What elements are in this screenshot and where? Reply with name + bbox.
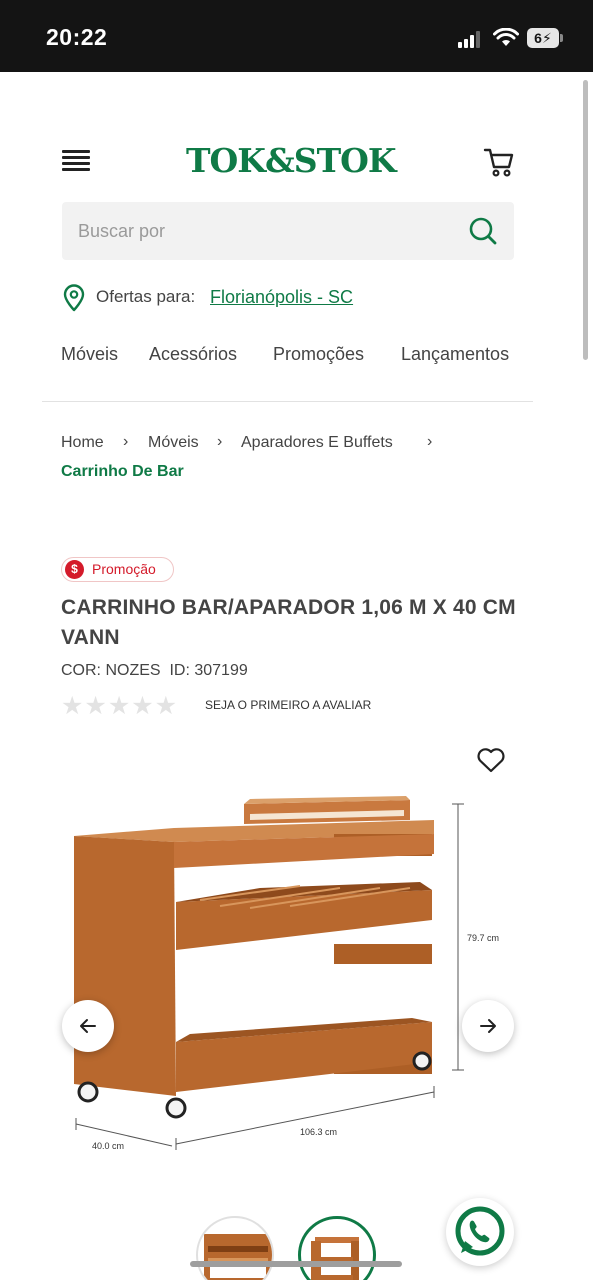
brand-logo[interactable]: TOK&STOK — [186, 140, 397, 182]
gallery-thumbnail[interactable] — [196, 1216, 274, 1280]
thumbnail-image — [311, 1237, 359, 1280]
dim-height: 79.7 cm — [467, 933, 499, 943]
hamburger-menu-icon[interactable] — [62, 150, 90, 174]
battery-level: 6⚡ — [527, 28, 559, 48]
breadcrumb-home[interactable]: Home — [61, 434, 104, 452]
whatsapp-icon — [455, 1206, 505, 1256]
location-pin-icon — [63, 284, 85, 312]
search-box — [62, 202, 514, 260]
breadcrumb-chevron-icon: › — [427, 433, 433, 450]
status-time: 20:22 — [46, 24, 108, 50]
header-divider — [42, 401, 533, 402]
dim-width: 106.3 cm — [300, 1127, 337, 1137]
favorite-heart-icon[interactable] — [476, 746, 506, 774]
arrow-left-icon — [80, 1019, 96, 1033]
thumbnail-image — [204, 1234, 272, 1280]
breadcrumb: Home › Móveis › Aparadores E Buffets › C… — [0, 430, 593, 490]
breadcrumb-chevron-icon: › — [217, 433, 223, 450]
page-scrollbar[interactable] — [583, 80, 588, 360]
location-link[interactable]: Florianópolis - SC — [210, 287, 353, 308]
gallery-prev-button[interactable] — [62, 1000, 114, 1052]
promo-badge: $ Promoção — [61, 557, 174, 582]
breadcrumb-aparadores[interactable]: Aparadores E Buffets — [241, 434, 393, 452]
category-acessorios[interactable]: Acessórios — [149, 344, 237, 365]
rating-stars[interactable]: ★★★★★ — [61, 694, 195, 719]
product-image: 79.7 cm 106.3 cm 40.0 cm — [74, 796, 499, 1151]
dollar-icon: $ — [65, 560, 84, 579]
gallery-next-button[interactable] — [462, 1000, 514, 1052]
signal-icon — [458, 31, 480, 48]
breadcrumb-current: Carrinho De Bar — [61, 463, 184, 480]
product-title: CARRINHO BAR/APARADOR 1,06 M X 40 CM VAN… — [61, 596, 516, 649]
gallery-thumbnail-active[interactable] — [298, 1216, 376, 1280]
review-link[interactable]: SEJA O PRIMEIRO A AVALIAR — [205, 698, 371, 712]
category-nav: Móveis Acessórios Promoções Lançamentos — [0, 340, 515, 370]
offers-label: Ofertas para: — [96, 287, 196, 306]
promo-badge-label: Promoção — [92, 561, 156, 577]
home-indicator — [190, 1261, 402, 1267]
battery-icon: 6⚡ — [527, 28, 563, 48]
category-lancamentos[interactable]: Lançamentos — [401, 344, 509, 365]
wifi-icon — [493, 28, 519, 46]
breadcrumb-chevron-icon: › — [123, 433, 129, 450]
search-input[interactable] — [62, 202, 452, 260]
category-moveis[interactable]: Móveis — [61, 344, 118, 365]
cart-icon[interactable] — [482, 145, 516, 179]
status-bar: 20:22 6⚡ — [0, 0, 593, 72]
dim-depth: 40.0 cm — [92, 1141, 124, 1151]
arrow-right-icon — [480, 1019, 496, 1033]
search-icon[interactable] — [468, 216, 498, 246]
whatsapp-button[interactable] — [446, 1198, 514, 1266]
breadcrumb-moveis[interactable]: Móveis — [148, 434, 199, 452]
category-promocoes[interactable]: Promoções — [273, 344, 364, 365]
battery-level-text: 6 — [534, 30, 542, 46]
product-meta: COR: NOZES ID: 307199 — [61, 662, 248, 679]
